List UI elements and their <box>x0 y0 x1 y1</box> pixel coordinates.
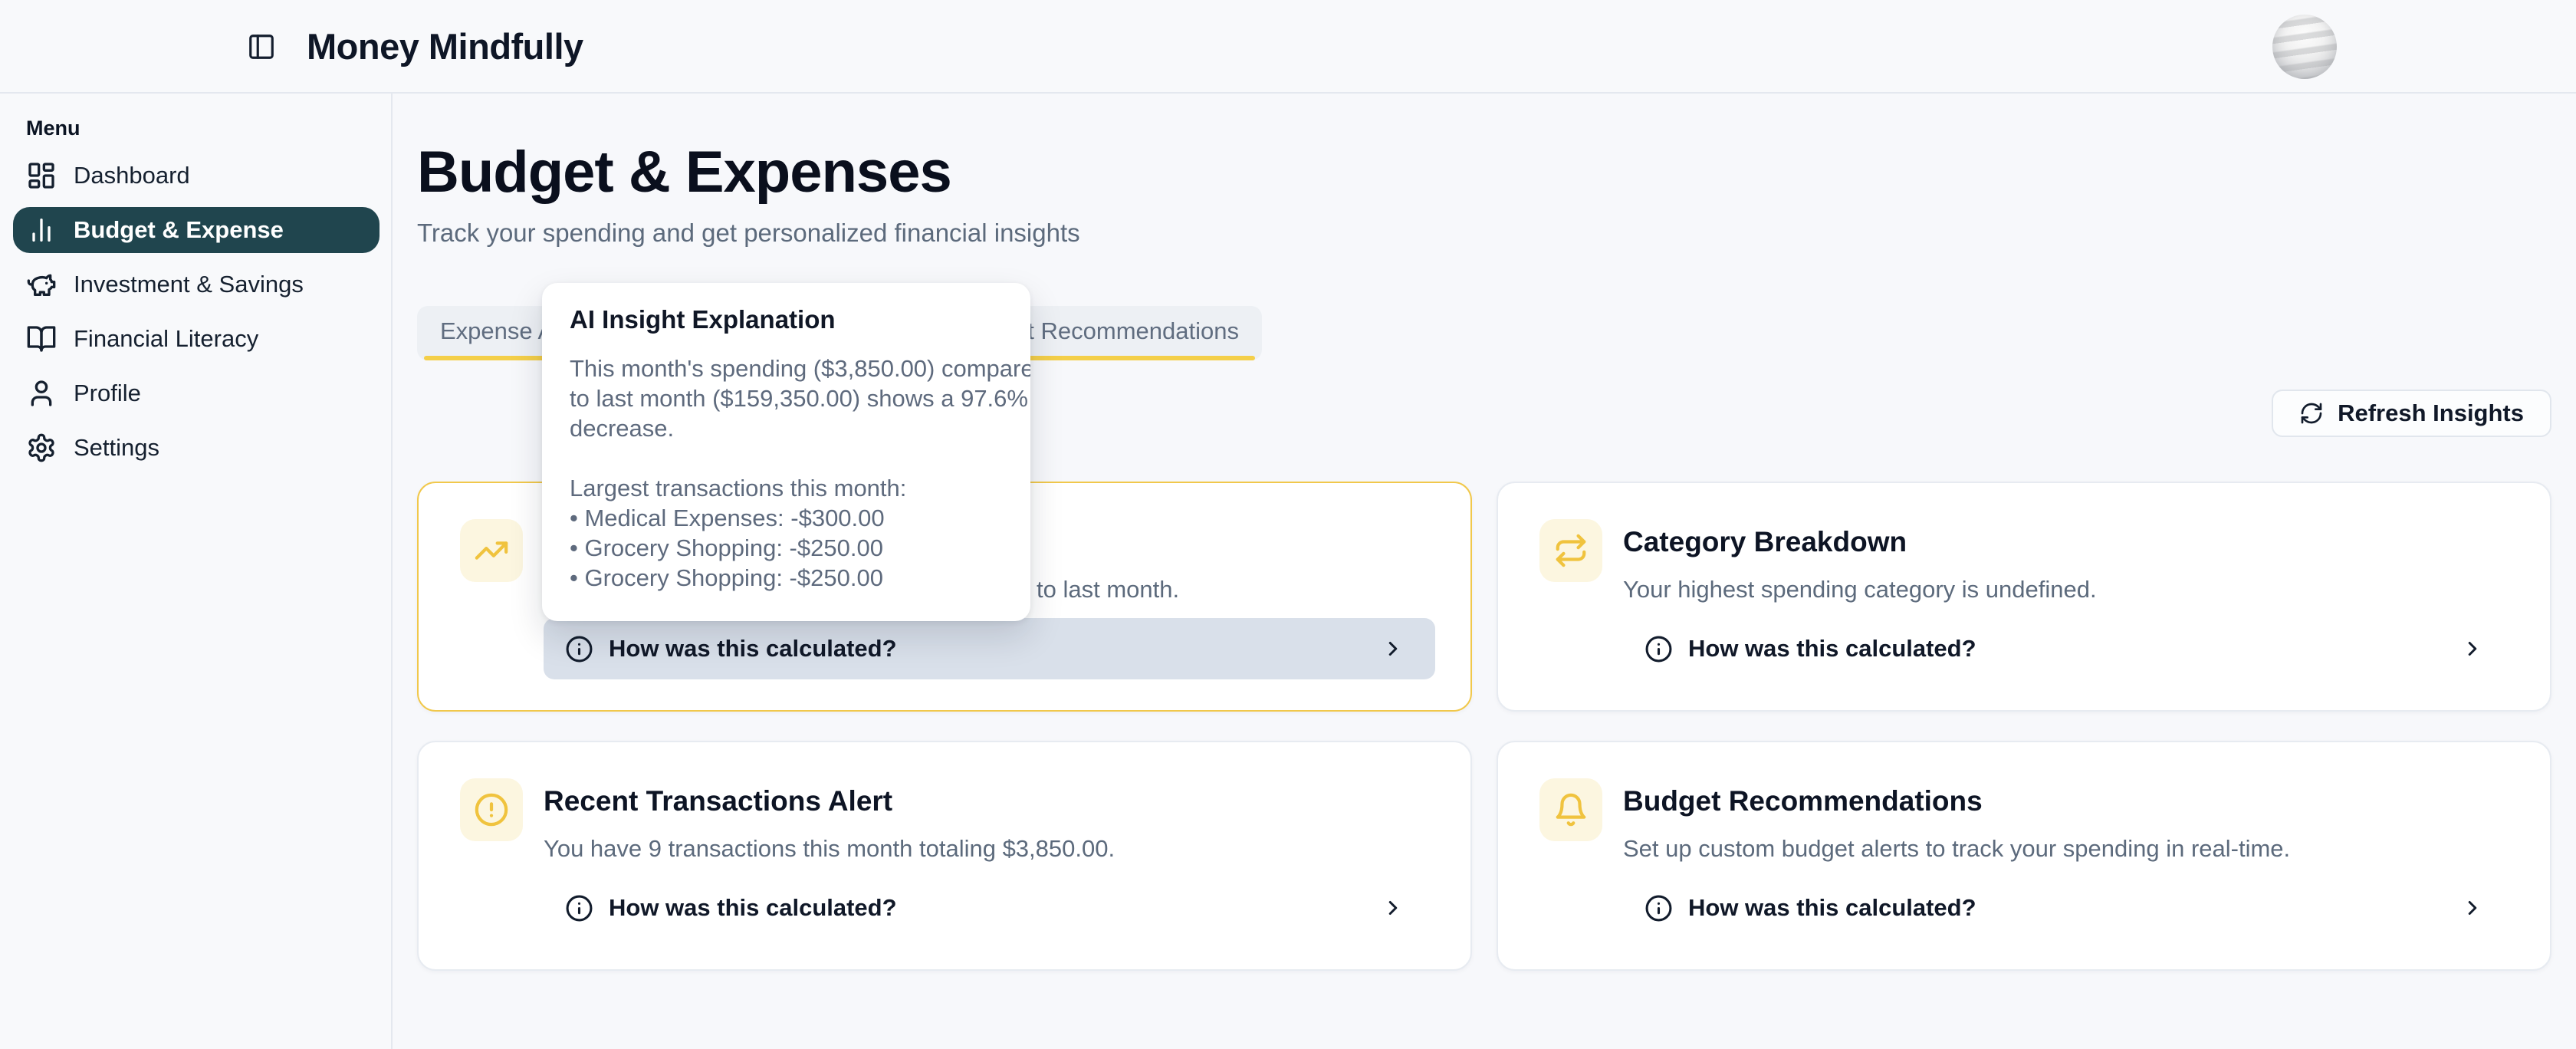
sidebar-item-budget-expense[interactable]: Budget & Expense <box>13 207 380 253</box>
sidebar-item-label: Profile <box>74 380 141 407</box>
refresh-insights-label: Refresh Insights <box>2338 400 2524 427</box>
card-title: Budget Recommendations <box>1623 785 1983 817</box>
sidebar-item-investment-savings[interactable]: Investment & Savings <box>13 261 380 307</box>
repeat-icon <box>1553 533 1589 568</box>
how-calculated-button[interactable]: How was this calculated? <box>1623 618 2515 679</box>
trending-up-icon <box>474 533 509 568</box>
sidebar: Menu Dashboard Budget & Expense <box>0 94 393 1049</box>
page-subtitle: Track your spending and get personalized… <box>417 219 1080 248</box>
sidebar-item-dashboard[interactable]: Dashboard <box>13 153 380 199</box>
alert-circle-icon <box>474 792 509 827</box>
card-icon-box <box>1539 778 1602 841</box>
card-icon-box <box>460 778 523 841</box>
info-icon <box>1644 635 1673 663</box>
how-calculated-label: How was this calculated? <box>609 894 897 922</box>
user-avatar[interactable] <box>2272 15 2337 79</box>
popover-list-intro: Largest transactions this month: <box>570 473 1003 503</box>
chevron-right-icon <box>1382 637 1405 660</box>
chevron-right-icon <box>1382 896 1405 919</box>
chevron-right-icon <box>2461 896 2484 919</box>
sidebar-section-label: Menu <box>26 117 80 140</box>
card-title: Category Breakdown <box>1623 526 1907 558</box>
sidebar-item-financial-literacy[interactable]: Financial Literacy <box>13 316 380 362</box>
info-icon <box>1644 894 1673 922</box>
card-description-fragment: to last month. <box>1037 576 1179 603</box>
refresh-icon <box>2299 401 2324 426</box>
info-icon <box>565 894 593 922</box>
card-title: Recent Transactions Alert <box>544 785 892 817</box>
how-calculated-button[interactable]: How was this calculated? <box>544 618 1435 679</box>
budget-recommendations-card: Budget Recommendations Set up custom bud… <box>1497 741 2551 971</box>
recent-transactions-card: Recent Transactions Alert You have 9 tra… <box>417 741 1472 971</box>
sidebar-item-label: Financial Literacy <box>74 325 258 353</box>
user-icon <box>26 378 57 409</box>
popover-spacer <box>570 443 1003 473</box>
sidebar-item-label: Investment & Savings <box>74 271 304 298</box>
ai-insight-popover: AI Insight Explanation This month's spen… <box>542 283 1030 621</box>
popover-title: AI Insight Explanation <box>570 304 1003 335</box>
sidebar-item-label: Settings <box>74 434 159 462</box>
how-calculated-label: How was this calculated? <box>609 635 897 663</box>
sidebar-item-profile[interactable]: Profile <box>13 370 380 416</box>
sidebar-nav: Dashboard Budget & Expense Investment & … <box>13 153 380 479</box>
gear-icon <box>26 432 57 463</box>
info-icon <box>565 635 593 663</box>
open-book-icon <box>26 324 57 354</box>
popover-list-item: • Grocery Shopping: -$250.00 <box>570 563 1003 593</box>
how-calculated-label: How was this calculated? <box>1688 635 1976 663</box>
sidebar-item-settings[interactable]: Settings <box>13 425 380 471</box>
bar-chart-icon <box>26 215 57 245</box>
sidebar-item-label: Dashboard <box>74 162 190 189</box>
piggy-bank-icon <box>26 269 57 300</box>
page-title: Budget & Expenses <box>417 143 951 202</box>
popover-list-item: • Grocery Shopping: -$250.00 <box>570 533 1003 563</box>
dashboard-grid-icon <box>26 160 57 191</box>
popover-paragraph-line: to last month ($159,350.00) shows a 97.6… <box>570 383 1003 413</box>
app-header: Money Mindfully <box>0 0 2576 94</box>
how-calculated-label: How was this calculated? <box>1688 894 1976 922</box>
card-description: You have 9 transactions this month total… <box>544 835 1115 863</box>
refresh-insights-button[interactable]: Refresh Insights <box>2272 390 2551 437</box>
card-icon-box <box>1539 519 1602 582</box>
popover-list-item: • Medical Expenses: -$300.00 <box>570 503 1003 533</box>
how-calculated-button[interactable]: How was this calculated? <box>1623 877 2515 939</box>
popover-paragraph-line: decrease. <box>570 413 1003 443</box>
card-description: Set up custom budget alerts to track you… <box>1623 835 2290 863</box>
bell-icon <box>1553 792 1589 827</box>
popover-paragraph-line: This month's spending ($3,850.00) compar… <box>570 354 1003 383</box>
panel-left-icon <box>247 32 276 61</box>
sidebar-item-label: Budget & Expense <box>74 216 284 244</box>
app-title: Money Mindfully <box>307 26 583 67</box>
chevron-right-icon <box>2461 637 2484 660</box>
card-icon-box <box>460 519 523 582</box>
sidebar-toggle-button[interactable] <box>247 32 276 61</box>
card-description: Your highest spending category is undefi… <box>1623 576 2097 603</box>
category-breakdown-card: Category Breakdown Your highest spending… <box>1497 482 2551 712</box>
how-calculated-button[interactable]: How was this calculated? <box>544 877 1435 939</box>
